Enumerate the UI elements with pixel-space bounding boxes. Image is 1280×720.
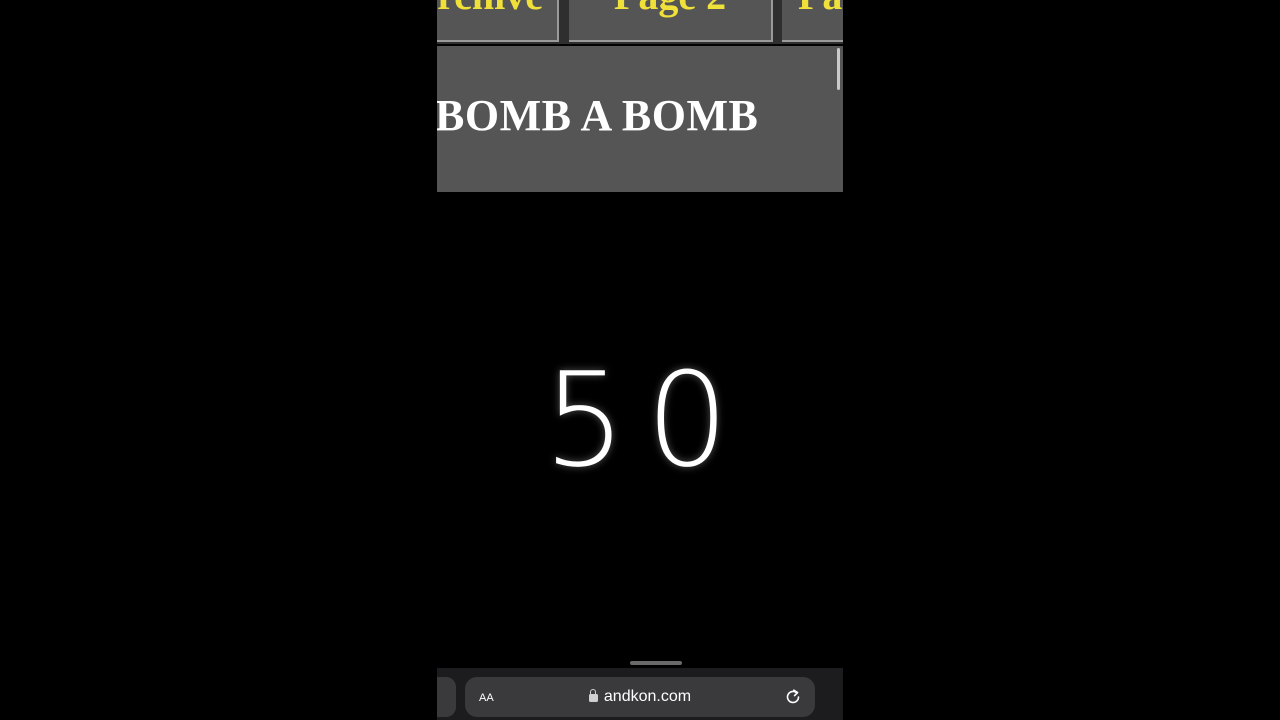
countdown-number: 50 [543, 344, 749, 496]
game-title: BOMB A BOMB [437, 91, 759, 140]
game-title-banner: BOMB A BOMB [437, 46, 843, 192]
video-frame: Archive Page 2 Page 3 BOMB A BOMB 50 AA … [0, 0, 1280, 720]
nav-tabs: Archive Page 2 Page 3 [437, 0, 843, 44]
tab-page-2-label: Page 2 [569, 0, 771, 16]
phone-screen: Archive Page 2 Page 3 BOMB A BOMB 50 AA … [437, 0, 843, 720]
tab-archive[interactable]: Archive [437, 0, 559, 42]
tab-page-3-label: Page 3 [798, 0, 843, 16]
url-text: andkon.com [603, 688, 692, 705]
tab-archive-label: Archive [437, 0, 543, 16]
lock-icon [588, 689, 598, 702]
reload-icon[interactable] [783, 687, 803, 707]
address-bar[interactable]: AA andkon.com [465, 677, 815, 717]
url-display[interactable]: andkon.com [465, 687, 815, 707]
tab-page-3[interactable]: Page 3 [782, 0, 843, 42]
browser-toolbar: AA andkon.com [437, 668, 843, 720]
home-indicator[interactable] [630, 661, 682, 665]
previous-tab-edge[interactable] [437, 677, 456, 717]
tab-page-2[interactable]: Page 2 [569, 0, 773, 42]
page-scrollbar[interactable] [837, 48, 840, 90]
